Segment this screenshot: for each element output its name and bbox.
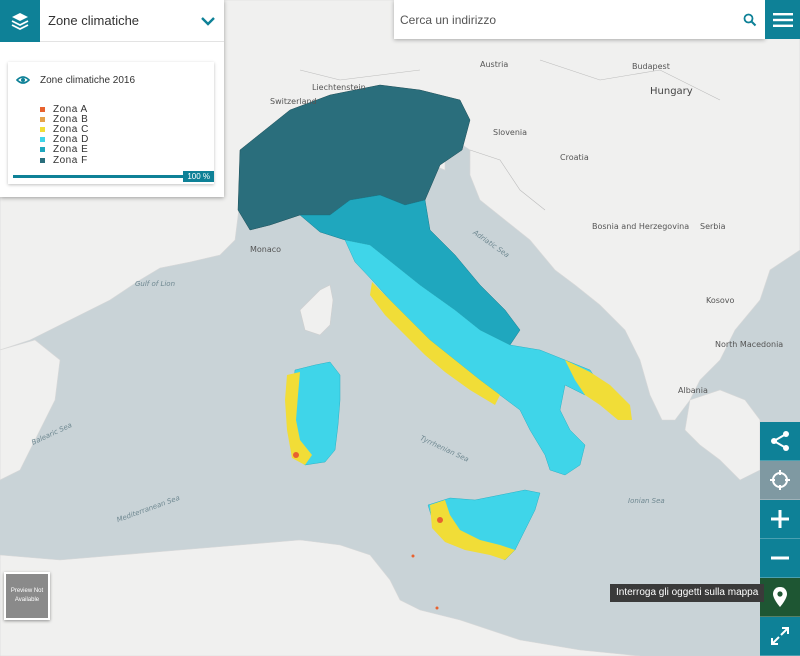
label-switzerland: Switzerland	[270, 97, 317, 106]
plus-icon	[771, 510, 789, 528]
preview-text: Preview Not Available	[11, 587, 43, 605]
legend-swatch	[40, 116, 45, 122]
legend-item: Zona F	[40, 154, 214, 166]
map-toolbar	[760, 422, 800, 656]
search-button[interactable]	[735, 0, 765, 39]
map-marker-icon	[773, 587, 787, 607]
legend-item: Zona A	[40, 104, 214, 115]
locate-button[interactable]	[760, 461, 800, 500]
label-north-macedonia: North Macedonia	[715, 340, 784, 349]
search-icon	[743, 13, 757, 26]
label-kosovo: Kosovo	[706, 296, 735, 305]
layer-panel-title: Zone climatiche	[48, 13, 140, 28]
search-box	[394, 0, 765, 39]
label-gulf-lion: Gulf of Lion	[135, 280, 176, 288]
opacity-value: 100 %	[183, 171, 214, 182]
identify-button[interactable]	[760, 578, 800, 617]
share-button[interactable]	[760, 422, 800, 461]
legend-swatch	[40, 137, 45, 143]
label-serbia: Serbia	[700, 222, 726, 231]
label-hungary: Hungary	[650, 86, 693, 97]
menu-button[interactable]	[765, 0, 800, 39]
preview-text-line1: Preview Not	[10, 588, 44, 594]
collapse-toggle[interactable]	[196, 0, 220, 42]
layer-panel-header[interactable]: Zone climatiche	[0, 0, 224, 42]
legend: Zona A Zona B Zona C Zona D Zona E Zona F	[8, 104, 214, 166]
layer-row: Zone climatiche 2016	[8, 62, 214, 98]
label-bosnia: Bosnia and Herzegovina	[592, 222, 690, 231]
label-monaco: Monaco	[250, 245, 282, 254]
label-liechtenstein: Liechtenstein	[312, 83, 366, 92]
layer-name: Zone climatiche 2016	[40, 74, 136, 86]
fullscreen-button[interactable]	[760, 617, 800, 656]
expand-icon	[771, 627, 789, 645]
legend-item: Zona E	[40, 144, 214, 155]
layers-button[interactable]	[0, 0, 40, 42]
label-austria: Austria	[480, 60, 509, 69]
minus-icon	[771, 556, 789, 560]
legend-item: Zona C	[40, 124, 214, 135]
label-albania: Albania	[678, 386, 708, 395]
opacity-slider[interactable]	[13, 175, 209, 178]
legend-label: Zona F	[53, 154, 88, 166]
share-icon	[771, 431, 789, 451]
legend-item: Zona D	[40, 134, 214, 145]
search-input[interactable]	[394, 12, 735, 27]
zoom-in-button[interactable]	[760, 500, 800, 539]
legend-swatch	[40, 157, 45, 163]
layer-panel: Zone climatiche Zone climatiche 2016 Zon…	[0, 0, 224, 197]
legend-swatch	[40, 126, 45, 132]
legend-swatch	[40, 106, 45, 112]
label-slovenia: Slovenia	[493, 128, 528, 137]
identify-tooltip: Interroga gli oggetti sulla mappa	[610, 584, 765, 602]
chevron-down-icon	[201, 16, 215, 26]
crosshair-icon	[770, 470, 790, 490]
hamburger-menu-icon	[772, 12, 793, 27]
label-ionian-sea: Ionian Sea	[628, 497, 665, 505]
basemap-preview[interactable]: Preview Not Available	[4, 572, 50, 620]
layers-icon	[11, 12, 29, 30]
label-croatia: Croatia	[560, 153, 589, 162]
label-budapest: Budapest	[632, 62, 670, 71]
layer-card: Zone climatiche 2016 Zona A Zona B Zona CZ…	[8, 62, 214, 184]
zoom-out-button[interactable]	[760, 539, 800, 578]
eye-icon[interactable]	[16, 75, 30, 85]
legend-swatch	[40, 147, 45, 153]
legend-item: Zona B	[40, 114, 214, 125]
preview-text-line2: Available	[14, 597, 40, 603]
